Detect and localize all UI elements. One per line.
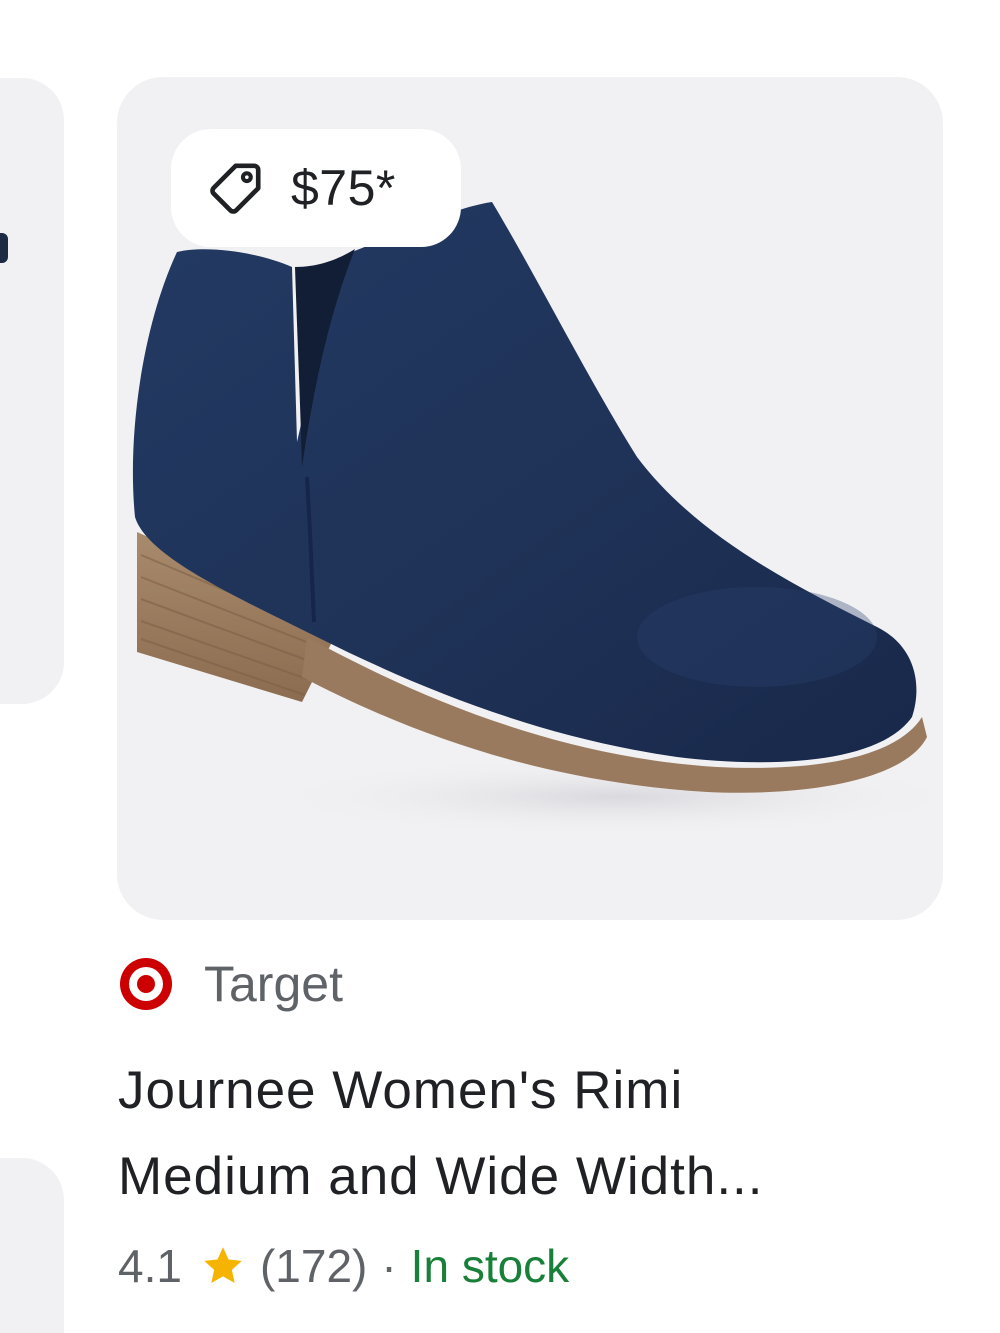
previous-product-card[interactable] (0, 78, 64, 704)
price-chip[interactable]: $75* (171, 129, 461, 247)
product-title[interactable]: Journee Women's Rimi Medium and Wide Wid… (118, 1048, 918, 1220)
separator-dot: · (381, 1240, 397, 1292)
shopping-results-page: $75* Target Journee Women's Rimi Medium … (0, 0, 1000, 1333)
merchant-name: Target (204, 956, 343, 1012)
product-image-card[interactable]: $75* (117, 77, 943, 920)
rating-row: 4.1 (172) · In stock (118, 1236, 569, 1296)
rating-value: 4.1 (118, 1240, 182, 1292)
merchant-row[interactable]: Target (118, 952, 343, 1016)
product-title-line-1: Journee Women's Rimi (118, 1061, 684, 1120)
previous-product-image-edge (0, 233, 8, 263)
target-logo-icon (120, 958, 172, 1010)
product-title-line-2: Medium and Wide Width... (118, 1147, 764, 1206)
price-label: $75* (291, 160, 396, 216)
star-icon (204, 1247, 242, 1284)
next-row-product-card[interactable] (0, 1158, 64, 1333)
review-count[interactable]: (172) (260, 1239, 367, 1293)
tag-icon (210, 163, 261, 214)
availability-status: In stock (410, 1240, 570, 1292)
